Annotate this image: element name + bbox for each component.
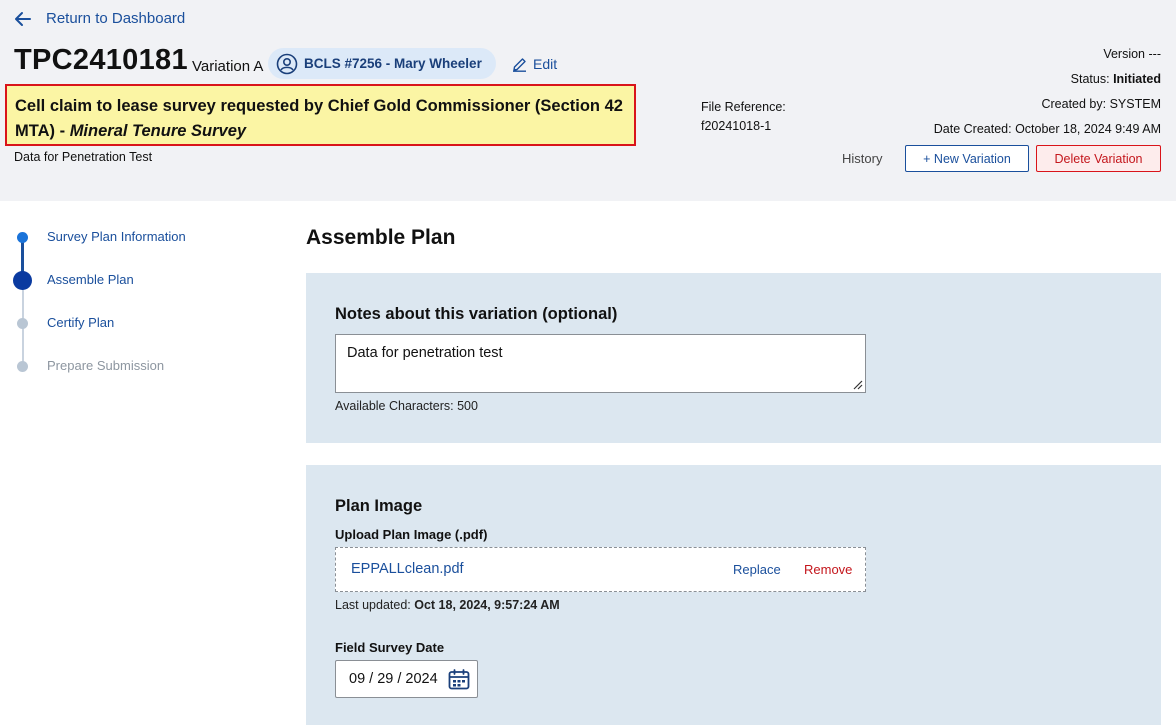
notes-panel: Notes about this variation (optional) Da… (306, 273, 1161, 443)
step-certify-plan[interactable]: Certify Plan (47, 315, 114, 330)
last-updated: Last updated: Oct 18, 2024, 9:57:24 AM (335, 598, 560, 612)
uploaded-file-box: EPPALLclean.pdf Replace Remove (335, 547, 866, 592)
upload-plan-label: Upload Plan Image (.pdf) (335, 527, 488, 542)
last-updated-label: Last updated: (335, 598, 411, 612)
notes-value: Data for penetration test (347, 345, 503, 361)
status-label: Status: (1070, 72, 1110, 86)
delete-variation-button[interactable]: Delete Variation (1036, 145, 1161, 172)
uploaded-file-link[interactable]: EPPALLclean.pdf (351, 561, 464, 577)
step-survey-plan-information[interactable]: Survey Plan Information (47, 229, 186, 244)
survey-description: Data for Penetration Test (14, 150, 153, 164)
available-characters: Available Characters: 500 (335, 399, 478, 413)
step-prepare-submission: Prepare Submission (47, 358, 165, 373)
edit-label: Edit (533, 56, 558, 72)
available-characters-label: Available Characters: (335, 399, 454, 413)
file-reference-label: File Reference: (701, 100, 786, 114)
step-dot-disabled (17, 361, 28, 372)
last-updated-value: Oct 18, 2024, 9:57:24 AM (414, 598, 560, 612)
step-assemble-plan[interactable]: Assemble Plan (47, 272, 134, 287)
step-dot-current (13, 271, 32, 290)
variation-label: Variation A (192, 58, 264, 75)
step-dot-upcoming (17, 318, 28, 329)
user-circle-icon (276, 53, 298, 74)
history-link[interactable]: History (842, 151, 882, 166)
pencil-icon (513, 57, 526, 72)
arrow-left-icon (15, 11, 31, 26)
survey-type: Mineral Tenure Survey (69, 122, 247, 140)
notes-textarea[interactable]: Data for penetration test (335, 334, 866, 393)
field-survey-date-value: 09 / 29 / 2024 (349, 671, 438, 687)
return-to-dashboard-link[interactable]: Return to Dashboard (14, 10, 185, 27)
replace-button[interactable]: Replace (733, 562, 781, 577)
field-survey-date-input[interactable]: 09 / 29 / 2024 (335, 660, 478, 698)
available-characters-value: 500 (457, 399, 478, 413)
step-dot-completed (17, 232, 28, 243)
return-label: Return to Dashboard (46, 10, 186, 27)
status-info: Status: Initiated (1071, 72, 1161, 86)
plan-image-panel: Plan Image Upload Plan Image (.pdf) EPPA… (306, 465, 1161, 725)
date-created-value: October 18, 2024 9:49 AM (1015, 122, 1161, 136)
version-label: Version (1103, 47, 1146, 61)
date-created-label: Date Created: (933, 122, 1012, 136)
field-survey-date-label: Field Survey Date (335, 640, 445, 655)
created-by-label: Created by: (1041, 97, 1107, 111)
calendar-icon[interactable] (448, 669, 470, 690)
progress-stepper: Survey Plan Information Assemble Plan Ce… (0, 201, 280, 725)
date-created-info: Date Created: October 18, 2024 9:49 AM (934, 122, 1161, 136)
remove-button[interactable]: Remove (804, 562, 852, 577)
surveyor-name: BCLS #7256 - Mary Wheeler (304, 56, 482, 71)
new-variation-button[interactable]: + New Variation (905, 145, 1029, 172)
created-by-info: Created by: SYSTEM (1041, 97, 1161, 111)
file-reference: File Reference: f20241018-1 (701, 98, 786, 136)
version-info: Version --- (1103, 47, 1161, 61)
status-value: Initiated (1113, 72, 1161, 86)
page-header: Return to Dashboard TPC2410181 Variation… (0, 0, 1176, 201)
file-reference-value: f20241018-1 (701, 119, 772, 133)
resize-handle-icon[interactable] (851, 378, 863, 390)
plan-image-heading: Plan Image (335, 497, 423, 515)
plan-id: TPC2410181 (14, 44, 188, 76)
surveyor-chip: BCLS #7256 - Mary Wheeler (268, 48, 496, 79)
notes-heading: Notes about this variation (optional) (335, 305, 618, 323)
edit-button[interactable]: Edit (512, 56, 557, 72)
survey-title: Cell claim to lease survey requested by … (5, 84, 636, 146)
version-value: --- (1148, 47, 1162, 61)
page-title: Assemble Plan (306, 226, 456, 249)
created-by-value: SYSTEM (1109, 97, 1161, 111)
